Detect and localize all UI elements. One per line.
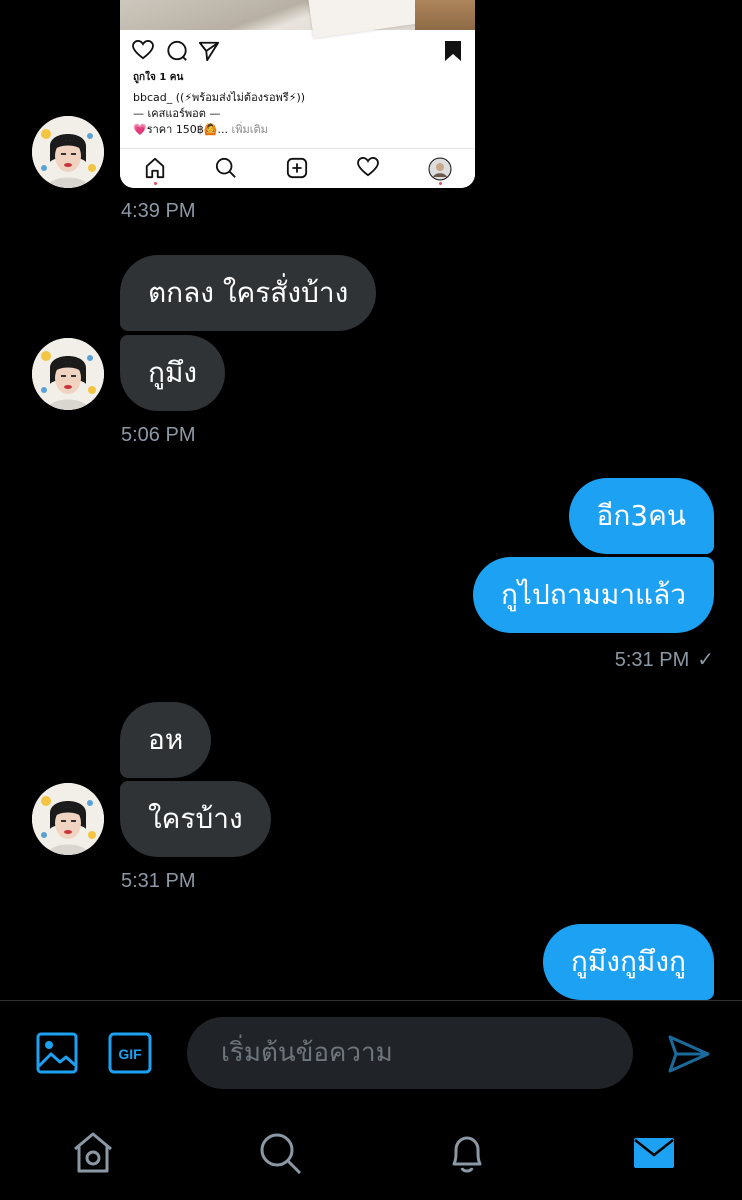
incoming-message[interactable]: ตกลง ใครสั่งบ้าง	[120, 255, 377, 331]
caption-line: bbcad_ ((⚡พร้อมส่งไม่ต้องรอพรี⚡))	[133, 91, 306, 104]
avatar-image	[32, 116, 104, 188]
home-icon	[144, 157, 166, 183]
message-timestamp: 4:39 PM	[121, 200, 196, 222]
caption-line: 💗ราคา 150฿🙆...	[133, 123, 228, 136]
message-timestamp: 5:31 PM ✓	[615, 647, 714, 672]
message-composer: GIF	[0, 1000, 742, 1104]
post-actions	[132, 39, 462, 66]
conversation[interactable]: ถูกใจ 1 คน bbcad_ ((⚡พร้อมส่งไม่ต้องรอพร…	[0, 0, 742, 1000]
search-icon[interactable]	[257, 1130, 303, 1176]
post-likes: ถูกใจ 1 คน	[133, 72, 184, 83]
bottom-tab-bar	[0, 1104, 742, 1200]
gif-label: GIF	[118, 1046, 142, 1062]
incoming-message[interactable]: กูมึง	[120, 335, 226, 411]
timestamp-text: 5:31 PM	[614, 649, 690, 671]
more-link: เพิ่มเติม	[231, 123, 268, 136]
add-post-icon	[286, 157, 308, 183]
image-icon[interactable]	[36, 1032, 78, 1078]
outgoing-message[interactable]: กูไปถามมาแล้ว	[472, 557, 714, 633]
notifications-icon[interactable]	[444, 1130, 490, 1176]
message-timestamp: 5:06 PM	[121, 424, 196, 446]
incoming-message[interactable]: ใครบ้าง	[120, 781, 271, 857]
avatar[interactable]	[32, 338, 104, 410]
incoming-message[interactable]: อห	[120, 702, 212, 778]
message-input[interactable]	[187, 1017, 633, 1089]
shared-post-image	[120, 0, 475, 39]
messages-icon[interactable]	[631, 1130, 677, 1176]
send-message-icon[interactable]	[668, 1035, 710, 1077]
caption-line: — เคสแอร์พอต —	[133, 107, 221, 120]
post-nav-bar	[120, 148, 475, 188]
comment-icon	[166, 40, 188, 66]
sent-check-icon: ✓	[697, 649, 714, 671]
activity-icon	[357, 156, 379, 181]
bookmark-icon	[444, 40, 462, 66]
outgoing-message[interactable]: กูมึงกูมึงกู	[542, 924, 714, 1000]
avatar[interactable]	[32, 116, 104, 188]
home-icon[interactable]	[70, 1130, 116, 1176]
profile-icon	[428, 157, 452, 185]
avatar-image	[32, 783, 104, 855]
avatar-image	[32, 338, 104, 410]
search-icon	[215, 157, 237, 183]
gif-icon[interactable]: GIF	[108, 1032, 152, 1078]
message-input-container[interactable]	[187, 1017, 633, 1089]
avatar[interactable]	[32, 783, 104, 855]
heart-icon	[132, 39, 154, 64]
post-caption: bbcad_ ((⚡พร้อมส่งไม่ต้องรอพรี⚡)) — เคสแ…	[133, 90, 463, 138]
send-icon	[198, 40, 220, 66]
message-timestamp: 5:31 PM	[121, 870, 196, 892]
outgoing-message[interactable]: อีก3คน	[568, 478, 714, 554]
shared-post-card[interactable]: ถูกใจ 1 คน bbcad_ ((⚡พร้อมส่งไม่ต้องรอพร…	[120, 0, 475, 188]
